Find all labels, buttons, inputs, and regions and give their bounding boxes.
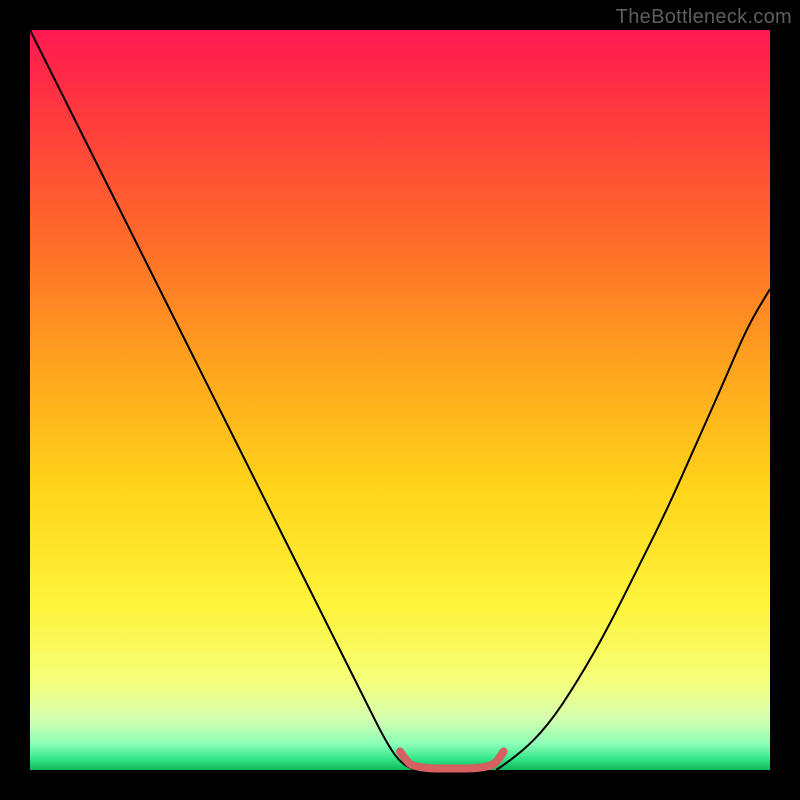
frame: TheBottleneck.com <box>0 0 800 800</box>
chart-svg <box>0 0 800 800</box>
plot-background <box>30 30 770 770</box>
watermark-text: TheBottleneck.com <box>616 6 792 29</box>
